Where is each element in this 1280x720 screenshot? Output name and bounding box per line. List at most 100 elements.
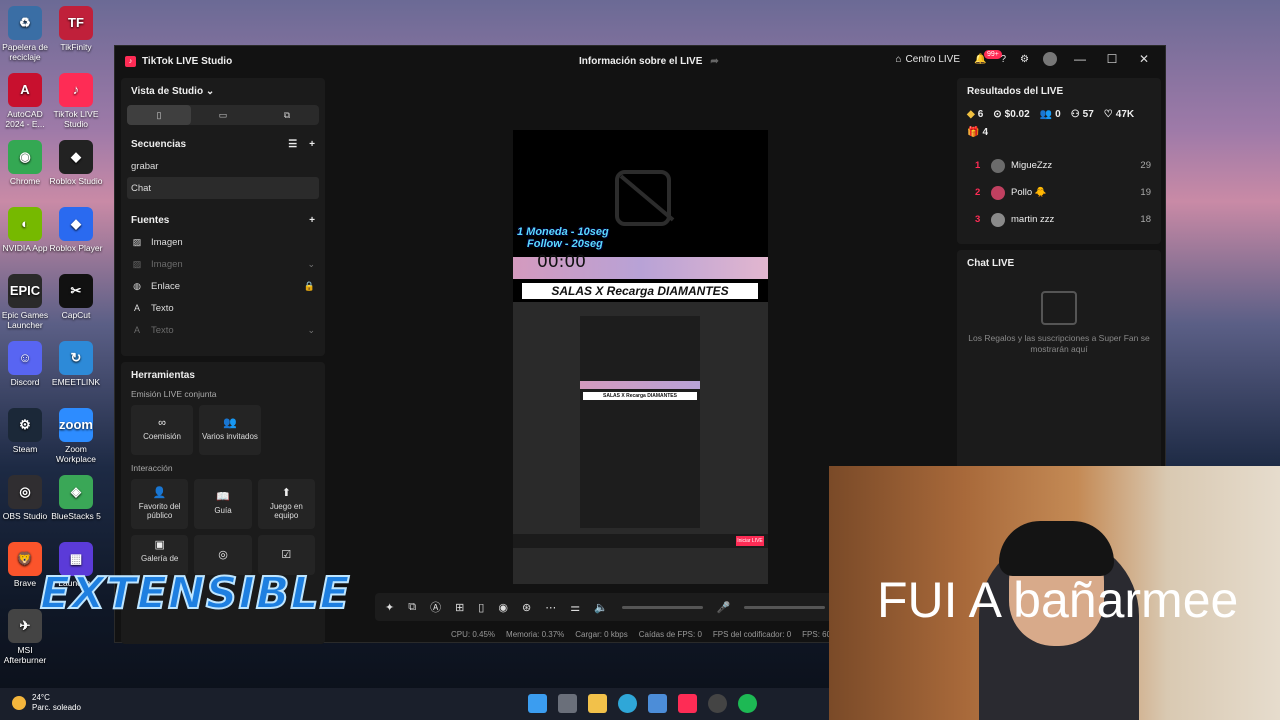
- desktop-icon-label: BlueStacks 5: [51, 511, 101, 521]
- desktop-icon-label: Roblox Player: [49, 243, 103, 253]
- settings-gear-icon[interactable]: ⚙: [1020, 54, 1029, 65]
- desktop-icon[interactable]: ♪ TikTok LIVE Studio: [49, 73, 103, 129]
- mixer-icon[interactable]: ⚌: [570, 601, 580, 614]
- source-item[interactable]: A Texto: [121, 297, 325, 319]
- person-hair: [999, 521, 1114, 576]
- effects-icon[interactable]: ⊛: [522, 601, 531, 614]
- desktop-icon-label: Epic Games Launcher: [1, 310, 49, 330]
- multi-guest-tool[interactable]: 👥 Varios invitados: [199, 405, 261, 455]
- mic-volume-slider[interactable]: [744, 605, 825, 609]
- desktop-icon[interactable]: ◆ Roblox Player: [49, 207, 103, 253]
- landscape-view-button[interactable]: ▭: [191, 105, 255, 125]
- gifter-row[interactable]: 1 MigueZzz 29: [967, 152, 1151, 179]
- tiktok-live-taskbar-icon[interactable]: [678, 694, 697, 713]
- sequence-item-grabar[interactable]: grabar: [121, 155, 325, 177]
- source-item[interactable]: ▨ Imagen: [121, 231, 325, 253]
- speaker-icon[interactable]: 🔈: [594, 601, 608, 614]
- gifter-row[interactable]: 3 martin zzz 18: [967, 206, 1151, 233]
- desktop-icon[interactable]: ☺ Discord: [0, 341, 52, 387]
- source-item[interactable]: ◍ Enlace 🔒: [121, 275, 325, 297]
- desktop-icon-label: Chrome: [9, 176, 41, 186]
- avatar[interactable]: [1043, 52, 1057, 66]
- edge-icon[interactable]: [618, 694, 637, 713]
- desktop-icon-label: AutoCAD 2024 - E...: [5, 109, 45, 129]
- desktop-icon[interactable]: zoom Zoom Workplace: [49, 408, 103, 464]
- desktop-icon-label: MSI Afterburner: [3, 645, 47, 665]
- users-icon: 👥: [1039, 109, 1053, 120]
- source-label: Texto: [151, 302, 174, 314]
- dual-view-button[interactable]: ⧉: [255, 105, 319, 125]
- preview-toolbar: ✦ ⧉ Ⓐ ⊞ ▯ ◉ ⊛ ⋯ ⚌ 🔈 🎤: [375, 593, 835, 621]
- centro-live-button[interactable]: ⌂ Centro LIVE: [895, 54, 960, 65]
- desktop-icon[interactable]: A AutoCAD 2024 - E...: [0, 73, 52, 129]
- file-explorer-icon[interactable]: [588, 694, 607, 713]
- live-info-title: Información sobre el LIVE: [579, 56, 703, 67]
- desktop-icon[interactable]: ◆ Roblox Studio: [49, 140, 103, 186]
- diamonds-banner: SALAS X Recarga DIAMANTES: [522, 283, 758, 299]
- stream-preview-canvas[interactable]: 1 Moneda - 10seg Follow - 20seg 00:00 SA…: [513, 130, 768, 584]
- desktop-icon-label: CapCut: [61, 310, 91, 320]
- earnings-metric: ⊙ $0.02: [993, 109, 1029, 120]
- desktop-icon[interactable]: ◐ NVIDIA App: [0, 207, 52, 253]
- weather-widget[interactable]: 24°C Parc. soleado: [12, 693, 81, 713]
- desktop-icon[interactable]: ↻ EMEETLINK: [49, 341, 103, 387]
- add-media-icon[interactable]: ⊞: [455, 601, 464, 614]
- desktop-icon[interactable]: EPIC Epic Games Launcher: [0, 274, 52, 330]
- sequence-item-chat[interactable]: Chat: [127, 177, 319, 199]
- guide-tool[interactable]: 📖 Guía: [194, 479, 252, 529]
- record-icon[interactable]: ◉: [498, 601, 508, 614]
- close-button[interactable]: ✕: [1135, 52, 1153, 66]
- layers-icon[interactable]: ⧉: [408, 601, 416, 614]
- desktop-icon[interactable]: ◎ OBS Studio: [0, 475, 52, 521]
- chevron-down-icon[interactable]: ⌄: [307, 259, 315, 270]
- sources-header: Fuentes +: [121, 209, 325, 231]
- desktop-icon[interactable]: ◉ Chrome: [0, 140, 52, 186]
- epic-games-icon: EPIC: [8, 274, 42, 308]
- source-item[interactable]: ▨ Imagen ⌄: [121, 253, 325, 275]
- phone-icon[interactable]: ▯: [478, 601, 484, 614]
- speaker-volume-slider[interactable]: [621, 605, 703, 609]
- source-item[interactable]: A Texto ⌄: [121, 319, 325, 341]
- desktop-icon[interactable]: ◈ BlueStacks 5: [49, 475, 103, 521]
- image-icon: ▨: [132, 258, 142, 269]
- lock-icon[interactable]: 🔒: [304, 281, 315, 292]
- desktop-icon[interactable]: TF TikFinity: [49, 6, 103, 52]
- portrait-view-button[interactable]: ▯: [127, 105, 191, 125]
- ai-icon[interactable]: Ⓐ: [430, 599, 441, 615]
- favorite-icon: 👤: [152, 486, 167, 499]
- obs-taskbar-icon[interactable]: [708, 694, 727, 713]
- audience-favorite-tool[interactable]: 👤 Favorito del público: [131, 479, 189, 529]
- windows-start-icon[interactable]: [528, 694, 547, 713]
- magic-wand-icon[interactable]: ✦: [385, 601, 394, 614]
- notifications-button[interactable]: 🔔 99+: [974, 49, 1002, 65]
- add-sequence-icon[interactable]: +: [309, 139, 315, 150]
- task-view-icon[interactable]: [558, 694, 577, 713]
- chevron-down-icon[interactable]: ⌄: [307, 325, 315, 336]
- live-info-link[interactable]: Información sobre el LIVE ➦: [579, 56, 719, 67]
- desktop-icon[interactable]: ♻ Papelera de reciclaje: [0, 6, 52, 62]
- add-source-icon[interactable]: +: [309, 215, 315, 226]
- avatar: [991, 185, 1005, 200]
- sun-icon: [12, 696, 26, 710]
- coemision-tool[interactable]: ∞ Coemisión: [131, 405, 193, 455]
- desktop-icon[interactable]: ✂ CapCut: [49, 274, 103, 320]
- app-title: TikTok LIVE Studio: [142, 55, 233, 67]
- maximize-button[interactable]: ☐: [1103, 52, 1121, 66]
- more-icon[interactable]: ⋯: [545, 601, 556, 614]
- gifter-score: 19: [1140, 187, 1151, 198]
- list-icon[interactable]: ☰: [288, 139, 297, 150]
- encoder-fps-stat: FPS del codificador: 0: [712, 630, 792, 639]
- studio-view-dropdown[interactable]: Vista de Studio ⌄: [121, 86, 325, 97]
- spotify-icon[interactable]: [738, 694, 757, 713]
- minimize-button[interactable]: —: [1071, 52, 1089, 66]
- desktop-icon[interactable]: ⚙ Steam: [0, 408, 52, 454]
- results-title: Resultados del LIVE: [967, 86, 1064, 97]
- team-game-tool[interactable]: ⬆ Juego en equipo: [257, 479, 315, 529]
- followers-value: 57: [1082, 109, 1094, 120]
- store-icon[interactable]: [648, 694, 667, 713]
- discord-icon: ☺: [8, 341, 42, 375]
- tool-label: Guía: [214, 506, 232, 515]
- microphone-icon[interactable]: 🎤: [717, 601, 731, 614]
- nested-toolbar: [513, 534, 768, 548]
- gifter-row[interactable]: 2 Pollo 🐥 19: [967, 179, 1151, 206]
